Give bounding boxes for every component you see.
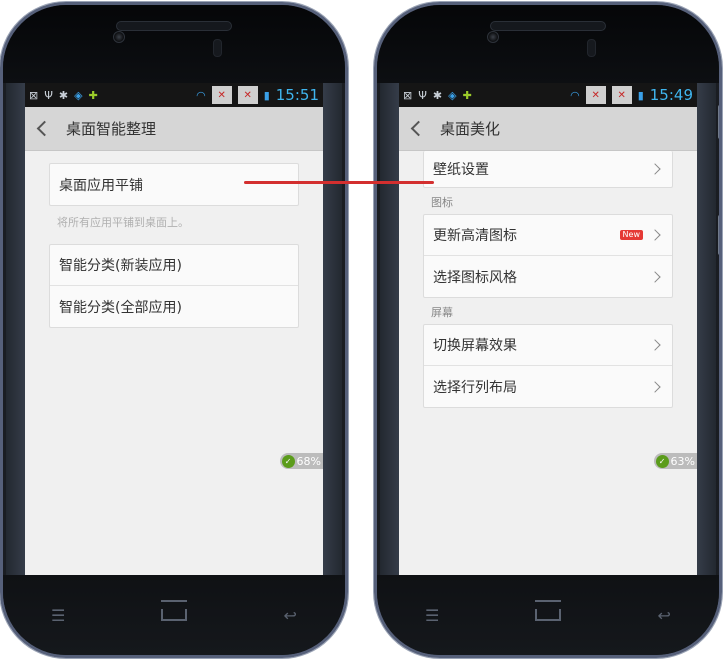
list-item[interactable]: 更新高清图标 New	[424, 215, 672, 256]
phone-left: ⊠ Ψ ✱ ◈ ✚ ◠ ✕ ✕ ▮ 15:51 桌面智能整理 桌面应用平铺 将所…	[0, 2, 348, 658]
chevron-right-icon	[649, 270, 661, 283]
page-title: 桌面智能整理	[66, 120, 157, 138]
chevron-right-icon	[649, 163, 661, 175]
earpiece-speaker	[116, 21, 232, 31]
settings-group: 桌面应用平铺	[49, 163, 299, 206]
wifi-icon: ◠	[196, 88, 206, 102]
hint-text: 将所有应用平铺到桌面上。	[57, 216, 189, 229]
new-badge: New	[619, 230, 643, 240]
battery-percent: 68%	[296, 454, 321, 468]
page-title: 桌面美化	[440, 120, 501, 138]
android-icon: ✚	[88, 88, 98, 102]
android-icon: ✚	[462, 88, 472, 102]
battery-percent: 63%	[670, 454, 695, 468]
title-bar: 桌面智能整理	[25, 107, 323, 151]
list-item[interactable]: 切换屏幕效果	[424, 325, 672, 366]
list-item-label: 壁纸设置	[433, 162, 489, 178]
settings-group: 切换屏幕效果 选择行列布局	[423, 324, 673, 408]
nav-bar: ☰ ↩	[377, 600, 719, 627]
floating-battery-badge[interactable]: ✓ 63%	[653, 453, 697, 469]
proximity-sensor	[587, 39, 596, 57]
back-arrow-icon[interactable]	[410, 120, 427, 137]
no-signal-icon-2: ✕	[611, 86, 632, 104]
floating-battery-badge[interactable]: ✓ 68%	[279, 453, 323, 469]
settings-group: 智能分类(新装应用) 智能分类(全部应用)	[49, 244, 299, 328]
home-icon[interactable]	[161, 600, 188, 621]
back-icon[interactable]: ↩	[658, 606, 671, 625]
list-item[interactable]: 选择图标风格	[424, 256, 672, 297]
list-item-label: 桌面应用平铺	[59, 177, 143, 194]
section-header: 屏幕	[431, 306, 453, 319]
back-icon[interactable]: ↩	[284, 606, 297, 625]
list-item-label: 切换屏幕效果	[433, 338, 517, 354]
menu-icon[interactable]: ☰	[51, 606, 65, 625]
list-item-label: 智能分类(全部应用)	[59, 299, 182, 316]
chevron-right-icon	[649, 380, 661, 393]
shield-icon: ✓	[655, 454, 669, 468]
list-item-label: 智能分类(新装应用)	[59, 258, 182, 274]
shield-icon: ✓	[281, 454, 295, 468]
nav-bar: ☰ ↩	[3, 600, 345, 627]
proximity-sensor	[213, 39, 222, 57]
no-signal-icon: ✕	[585, 86, 606, 104]
title-bar: 桌面美化	[399, 107, 697, 151]
phone-top-bezel	[3, 5, 345, 83]
status-time: 15:51	[275, 86, 319, 104]
front-camera	[113, 31, 125, 43]
list-item[interactable]: 智能分类(全部应用)	[50, 286, 298, 327]
no-signal-icon-2: ✕	[237, 86, 258, 104]
debug-icon: ✱	[58, 88, 69, 102]
phone-top-bezel	[377, 5, 719, 83]
security-shield-icon: ◈	[448, 88, 457, 102]
battery-charging-icon: ▮	[637, 88, 644, 102]
wifi-icon: ◠	[570, 88, 580, 102]
earpiece-speaker	[490, 21, 606, 31]
power-button	[718, 215, 719, 255]
battery-charging-icon: ▮	[263, 88, 270, 102]
list-item[interactable]: 桌面应用平铺	[50, 164, 298, 205]
list-item[interactable]: 智能分类(新装应用)	[50, 245, 298, 286]
menu-icon[interactable]: ☰	[425, 606, 439, 625]
connector-line	[244, 181, 434, 184]
no-signal-icon: ✕	[211, 86, 232, 104]
security-shield-icon: ◈	[74, 88, 83, 102]
volume-button	[718, 105, 719, 139]
usb-icon: Ψ	[44, 88, 53, 102]
status-bar: ⊠ Ψ ✱ ◈ ✚ ◠ ✕ ✕ ▮ 15:51	[25, 83, 323, 107]
chevron-right-icon	[649, 229, 661, 241]
chevron-right-icon	[649, 339, 661, 351]
list-item[interactable]: 壁纸设置	[424, 151, 672, 187]
list-item-label: 选择行列布局	[433, 379, 517, 396]
usb-icon: Ψ	[418, 88, 427, 102]
debug-icon: ✱	[432, 88, 443, 102]
list-item-label: 选择图标风格	[433, 269, 517, 286]
screen-left: ⊠ Ψ ✱ ◈ ✚ ◠ ✕ ✕ ▮ 15:51 桌面智能整理 桌面应用平铺 将所…	[25, 83, 323, 581]
status-time: 15:49	[649, 86, 693, 104]
settings-group: 壁纸设置	[423, 151, 673, 188]
section-header: 图标	[431, 196, 453, 209]
notification-icon: ⊠	[403, 88, 413, 102]
notification-icon: ⊠	[29, 88, 39, 102]
settings-group: 更新高清图标 New 选择图标风格	[423, 214, 673, 298]
home-icon[interactable]	[535, 600, 562, 621]
screen-right: ⊠ Ψ ✱ ◈ ✚ ◠ ✕ ✕ ▮ 15:49 桌面美化 壁纸设置 图标 更新高…	[399, 83, 697, 581]
status-bar: ⊠ Ψ ✱ ◈ ✚ ◠ ✕ ✕ ▮ 15:49	[399, 83, 697, 107]
front-camera	[487, 31, 499, 43]
back-arrow-icon[interactable]	[36, 120, 53, 137]
list-item-label: 更新高清图标	[433, 228, 517, 244]
list-item[interactable]: 选择行列布局	[424, 366, 672, 407]
phone-right: ⊠ Ψ ✱ ◈ ✚ ◠ ✕ ✕ ▮ 15:49 桌面美化 壁纸设置 图标 更新高…	[374, 2, 722, 658]
